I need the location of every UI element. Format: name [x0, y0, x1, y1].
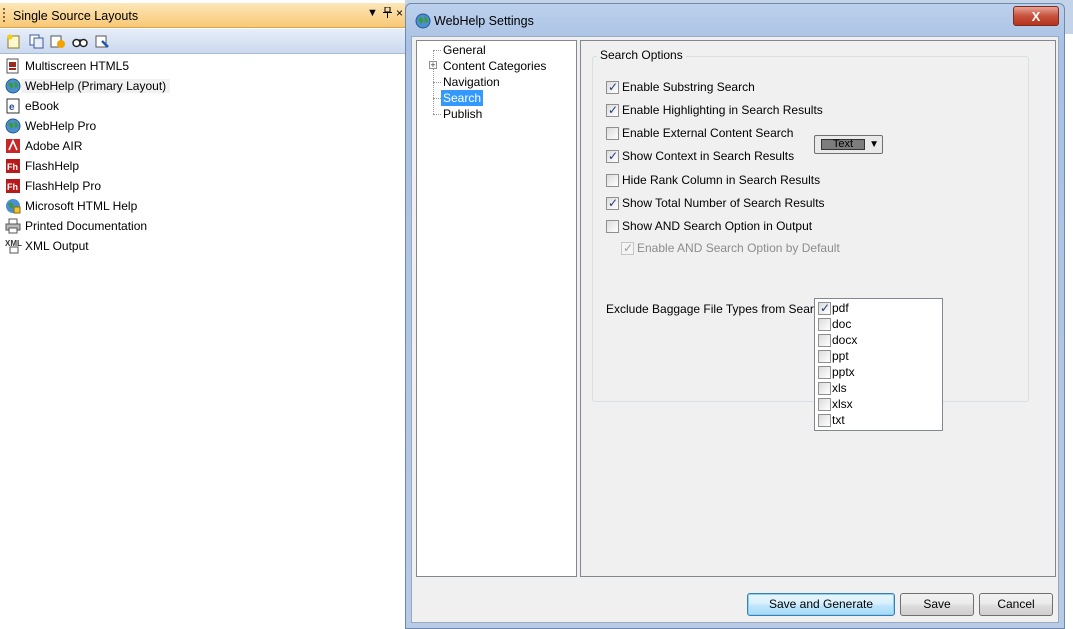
checkbox[interactable]	[818, 334, 831, 347]
properties-icon[interactable]	[94, 34, 110, 49]
checkbox[interactable]	[606, 174, 619, 187]
checkbox[interactable]	[606, 80, 619, 94]
svg-text:Fh: Fh	[7, 182, 18, 192]
exclude-file-types-list[interactable]: pdf doc docx ppt pptx xls xlsx txt	[814, 298, 943, 431]
tree-connector	[433, 50, 441, 51]
tree-item-navigation[interactable]: Navigation	[441, 74, 502, 90]
checkbox[interactable]	[818, 366, 831, 379]
highlight-color-swatch: Text	[821, 139, 865, 150]
panel-title-bar: Single Source Layouts ▼ ×	[0, 3, 405, 28]
chevron-down-icon[interactable]: ▼	[367, 7, 378, 19]
generate-icon[interactable]	[50, 34, 66, 49]
save-button[interactable]: Save	[900, 593, 974, 616]
svg-text:e: e	[9, 102, 15, 113]
tree-item-publish[interactable]: Publish	[441, 106, 484, 122]
checkbox[interactable]	[818, 350, 831, 363]
layout-item-flashhelp-pro[interactable]: Fh FlashHelp Pro	[0, 176, 405, 196]
xml-icon: XML	[5, 238, 22, 254]
ebook-icon: e	[5, 98, 21, 114]
flashhelp-pro-icon: Fh	[5, 178, 21, 194]
single-source-layouts-panel: Single Source Layouts ▼ × Multiscreen HT…	[0, 0, 405, 626]
layout-item-webhelp-primary[interactable]: WebHelp (Primary Layout)	[0, 76, 405, 96]
new-layout-icon[interactable]	[6, 34, 22, 49]
globe-icon	[5, 78, 21, 94]
settings-tree: + General Content Categories Navigation …	[416, 40, 577, 577]
search-options-label: Search Options	[597, 48, 686, 62]
checkbox[interactable]	[818, 414, 831, 427]
checkbox[interactable]	[818, 301, 831, 315]
multiscreen-icon	[5, 58, 21, 74]
layout-item-multiscreen-html5[interactable]: Multiscreen HTML5	[0, 56, 405, 76]
pin-icon[interactable]	[383, 6, 392, 21]
drag-grip[interactable]	[3, 8, 5, 23]
save-and-generate-button[interactable]: Save and Generate	[747, 593, 895, 616]
webhelp-globe-icon	[415, 13, 431, 29]
layout-item-printed-documentation[interactable]: Printed Documentation	[0, 216, 405, 236]
layout-item-microsoft-html-help[interactable]: Microsoft HTML Help	[0, 196, 405, 216]
adobe-air-icon	[5, 138, 21, 154]
tree-item-search[interactable]: Search	[441, 90, 484, 106]
tree-connector	[433, 98, 441, 99]
dialog-title: WebHelp Settings	[434, 14, 534, 28]
expand-icon[interactable]: +	[429, 61, 437, 70]
checkbox[interactable]	[818, 318, 831, 331]
cancel-button[interactable]: Cancel	[979, 593, 1053, 616]
dialog-body: + General Content Categories Navigation …	[411, 36, 1059, 623]
close-icon[interactable]: ×	[396, 6, 403, 20]
tree-item-content-categories[interactable]: Content Categories	[441, 58, 548, 74]
svg-text:Fh: Fh	[7, 162, 18, 172]
dropdown-arrow-icon[interactable]: ▼	[869, 139, 879, 150]
webhelp-settings-dialog: WebHelp Settings X + General Content Cat…	[405, 3, 1065, 629]
printer-icon	[5, 218, 21, 234]
highlight-color-dropdown[interactable]: Text ▼	[814, 135, 883, 154]
globe-pro-icon	[5, 118, 21, 134]
checkbox[interactable]	[606, 127, 619, 140]
layout-item-xml-output[interactable]: XML XML Output	[0, 236, 405, 256]
checkbox[interactable]	[606, 220, 619, 233]
layout-item-flashhelp[interactable]: Fh FlashHelp	[0, 156, 405, 176]
checkbox[interactable]	[818, 398, 831, 411]
tree-connector	[433, 114, 441, 115]
dialog-close-button[interactable]: X	[1013, 6, 1059, 26]
tree-item-general[interactable]: General	[441, 42, 488, 58]
checkbox[interactable]	[606, 196, 619, 210]
copy-layout-icon[interactable]	[29, 34, 45, 49]
tree-connector	[433, 82, 441, 83]
layout-item-webhelp-pro[interactable]: WebHelp Pro	[0, 116, 405, 136]
exclude-file-types-label: Exclude Baggage File Types from Search :	[606, 302, 834, 316]
panel-toolbar	[0, 29, 405, 54]
layout-item-ebook[interactable]: e eBook	[0, 96, 405, 116]
checkbox	[621, 241, 634, 255]
search-settings-pane: Search Options Enable Substring Search E…	[580, 40, 1056, 577]
panel-title: Single Source Layouts	[13, 9, 139, 23]
flashhelp-icon: Fh	[5, 158, 21, 174]
layout-list: Multiscreen HTML5 WebHelp (Primary Layou…	[0, 56, 405, 256]
checkbox[interactable]	[818, 382, 831, 395]
view-icon[interactable]	[72, 34, 88, 49]
checkbox[interactable]	[606, 149, 619, 163]
html-help-icon	[5, 198, 21, 214]
checkbox[interactable]	[606, 103, 619, 117]
layout-item-adobe-air[interactable]: Adobe AIR	[0, 136, 405, 156]
